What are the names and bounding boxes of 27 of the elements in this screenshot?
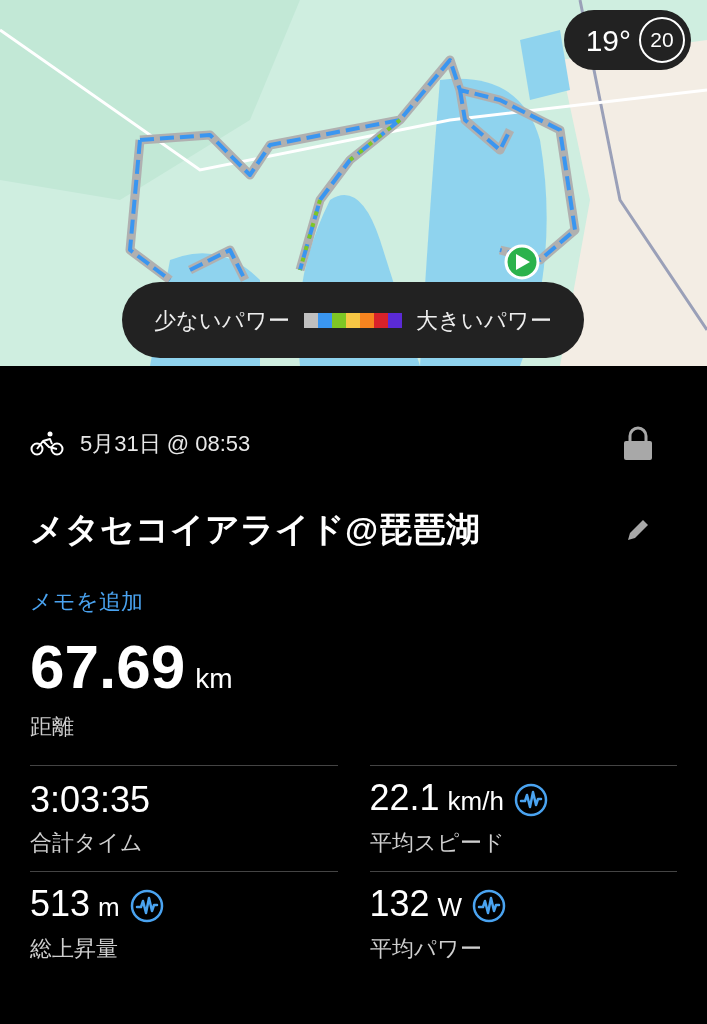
analysis-icon[interactable] — [472, 889, 507, 923]
temperature: 19° — [585, 22, 631, 59]
stat-label: 合計タイム — [30, 830, 143, 855]
analysis-icon[interactable] — [513, 783, 548, 817]
analysis-icon[interactable] — [129, 889, 164, 923]
stat-label: 平均パワー — [369, 936, 482, 961]
legend-high-label: 大きいパワー — [416, 306, 552, 335]
stat-label: 平均スピード — [369, 830, 505, 855]
weather-chip[interactable]: 19° 20 — [563, 10, 691, 70]
distance-label: 距離 — [30, 714, 74, 739]
add-note-link[interactable]: メモを追加 — [30, 589, 143, 614]
distance-value: 67.69 — [30, 636, 186, 698]
stat-unit: km/h — [447, 784, 504, 818]
distance-unit: km — [195, 662, 233, 696]
stat-value: 22.1 — [369, 779, 440, 816]
legend-low-label: 少ないパワー — [154, 306, 290, 335]
stat-unit: m — [98, 890, 120, 924]
bicycle-icon — [30, 430, 64, 456]
stat-value: 132 — [369, 885, 430, 922]
activity-title: メタセコイアライド@琵琶湖 — [30, 509, 481, 550]
stat-value: 3:03:35 — [30, 782, 151, 818]
timer-badge: 20 — [639, 17, 685, 63]
stat-value: 513 — [30, 885, 91, 922]
lock-icon[interactable] — [623, 426, 653, 460]
stat-unit: W — [437, 890, 463, 924]
stat-label: 総上昇量 — [30, 936, 118, 961]
activity-date: 5月31日 @ 08:53 — [80, 429, 251, 458]
